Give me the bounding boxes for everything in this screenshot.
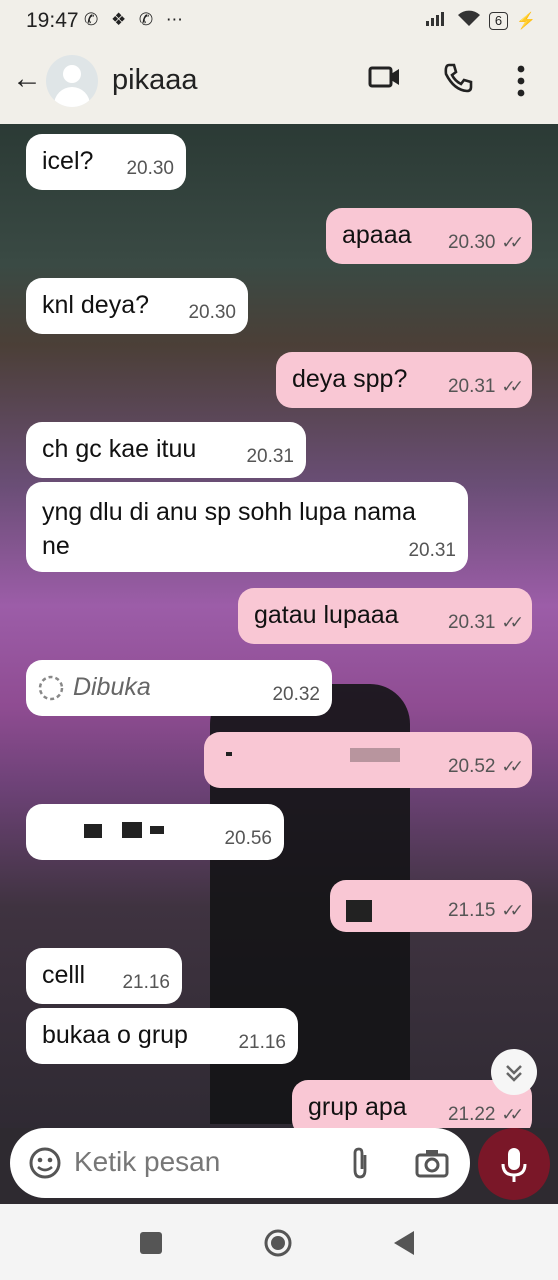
- message-bubble[interactable]: gatau lupaaa 20.31 ✓✓: [238, 588, 532, 644]
- chat-area[interactable]: icel? 20.30 apaaa 20.30 ✓✓ knl deya? 20.3…: [0, 124, 558, 1128]
- redacted-content: [346, 900, 372, 922]
- message-text: knl deya?: [42, 291, 150, 319]
- message-time: 20.32: [272, 684, 320, 705]
- recent-apps-icon[interactable]: [140, 1232, 162, 1259]
- message-time: 20.31: [246, 446, 294, 467]
- message-time: 20.56: [224, 828, 272, 849]
- message-time: 20.52: [447, 756, 496, 777]
- message-placeholder: Ketik pesan: [74, 1146, 221, 1177]
- redacted-content: [226, 752, 232, 756]
- message-time: 21.22: [447, 1104, 496, 1125]
- contact-name[interactable]: pikaaa: [112, 64, 197, 97]
- composer-bar: Ketik pesan: [0, 1128, 558, 1204]
- message-bubble[interactable]: celll 21.16: [26, 948, 182, 1004]
- video-call-icon[interactable]: [368, 62, 402, 97]
- message-text: gatau lupaaa: [254, 601, 399, 629]
- message-text: Dibuka: [36, 673, 151, 703]
- scroll-down-icon[interactable]: [491, 1049, 537, 1095]
- redacted-content: [350, 748, 400, 762]
- system-icons: 6 ⚡: [425, 9, 536, 32]
- phone-icon[interactable]: [442, 62, 474, 99]
- view-once-icon: [38, 676, 64, 701]
- message-time: 21.16: [122, 972, 170, 993]
- charging-icon: ⚡: [516, 12, 536, 30]
- battery-icon: 6: [488, 11, 509, 30]
- redacted-content: [84, 824, 102, 838]
- more-options-icon[interactable]: [516, 64, 526, 103]
- read-ticks-icon: ✓✓: [501, 613, 524, 632]
- message-time: 20.30: [188, 302, 236, 323]
- message-text: icel?: [42, 147, 94, 175]
- message-time: 20.31: [408, 540, 456, 561]
- redacted-content: [122, 822, 142, 838]
- mic-icon: [501, 1148, 527, 1182]
- message-text: deya spp?: [292, 365, 408, 393]
- attach-icon[interactable]: [348, 1146, 372, 1185]
- message-text: ch gc kae ituu: [42, 435, 197, 463]
- message-time: 21.15: [447, 900, 496, 921]
- message-time: 20.30: [447, 232, 496, 253]
- message-text: grup apa: [308, 1093, 407, 1121]
- message-bubble[interactable]: ch gc kae ituu 20.31: [26, 422, 306, 478]
- message-bubble[interactable]: 21.15 ✓✓: [330, 880, 532, 932]
- mic-button[interactable]: [478, 1128, 550, 1200]
- clock: 19:47: [26, 9, 79, 32]
- message-bubble[interactable]: 20.52 ✓✓: [204, 732, 532, 788]
- message-bubble[interactable]: 20.56: [26, 804, 284, 860]
- read-ticks-icon: ✓✓: [501, 901, 524, 920]
- message-time: 20.31: [447, 612, 496, 633]
- chat-header: ← pikaaa: [0, 40, 558, 124]
- message-text: bukaa o grup: [42, 1021, 188, 1049]
- read-ticks-icon: ✓✓: [501, 233, 524, 252]
- message-bubble[interactable]: bukaa o grup 21.16: [26, 1008, 298, 1064]
- message-bubble[interactable]: apaaa 20.30 ✓✓: [326, 208, 532, 264]
- read-ticks-icon: ✓✓: [501, 1105, 524, 1124]
- avatar[interactable]: [46, 55, 98, 107]
- message-text: yng dlu di anu sp sohh lupa nama ne: [42, 498, 416, 560]
- notification-icons: ✆ ❖ ✆ ⋯: [84, 10, 187, 29]
- wifi-icon: [457, 9, 481, 32]
- back-arrow-icon[interactable]: ←: [12, 62, 42, 96]
- message-text: celll: [42, 961, 86, 989]
- status-bar: 19:47 ✆ ❖ ✆ ⋯ 6 ⚡: [0, 0, 558, 40]
- read-ticks-icon: ✓✓: [501, 757, 524, 776]
- message-bubble[interactable]: knl deya? 20.30: [26, 278, 248, 334]
- message-input[interactable]: Ketik pesan: [10, 1128, 470, 1198]
- emoji-icon[interactable]: [28, 1146, 62, 1185]
- camera-icon[interactable]: [415, 1148, 449, 1183]
- message-text: apaaa: [342, 221, 412, 249]
- home-icon[interactable]: [263, 1228, 293, 1263]
- message-bubble[interactable]: icel? 20.30: [26, 134, 186, 190]
- opened-label: Dibuka: [72, 673, 151, 701]
- message-time: 20.30: [126, 158, 174, 179]
- message-bubble[interactable]: deya spp? 20.31 ✓✓: [276, 352, 532, 408]
- message-time: 21.16: [238, 1032, 286, 1053]
- message-bubble[interactable]: yng dlu di anu sp sohh lupa nama ne 20.3…: [26, 482, 468, 572]
- back-icon[interactable]: [394, 1231, 416, 1260]
- message-time: 20.31: [447, 376, 496, 397]
- system-nav-bar: [0, 1204, 558, 1280]
- signal-icon: [425, 10, 449, 31]
- read-ticks-icon: ✓✓: [501, 377, 524, 396]
- redacted-content: [150, 826, 164, 834]
- message-bubble[interactable]: Dibuka 20.32: [26, 660, 332, 716]
